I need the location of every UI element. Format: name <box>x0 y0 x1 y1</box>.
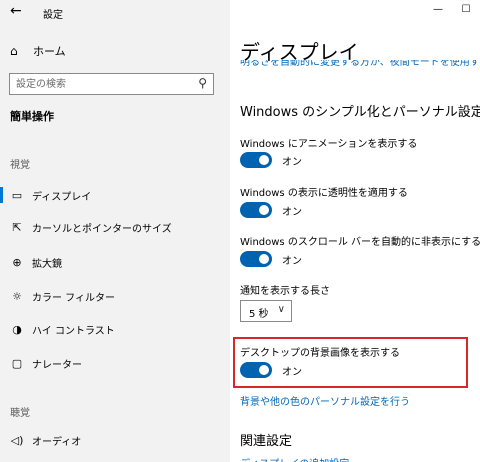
window-controls: — ☐ <box>424 0 480 20</box>
search-icon[interactable]: ⚲ <box>198 76 207 90</box>
section-title: 簡単操作 <box>10 110 54 123</box>
color-filter-icon: ☼ <box>12 289 22 303</box>
toggle-knob <box>259 155 269 165</box>
toggle-state: オン <box>282 255 302 267</box>
sidebar-item-label: カラー フィルター <box>32 292 115 304</box>
toggle-knob <box>259 254 269 264</box>
group-label-hearing: 聴覚 <box>10 408 30 419</box>
sidebar-item-label: カーソルとポインターのサイズ <box>32 223 172 235</box>
magnifier-icon: ⊕ <box>12 255 22 269</box>
sidebar-item-narrator[interactable]: ▢ ナレーター <box>0 352 230 374</box>
sidebar-item-magnifier[interactable]: ⊕ 拡大鏡 <box>0 251 230 273</box>
notification-duration-select[interactable]: 5 秒 ∨ <box>240 300 292 322</box>
related-settings-title: 関連設定 <box>240 434 293 449</box>
group-label-vision: 視覚 <box>10 160 30 171</box>
sidebar-item-audio[interactable]: ◁) オーディオ <box>0 429 230 451</box>
audio-icon: ◁) <box>10 433 24 447</box>
sidebar: ← 設定 ⌂ ホーム ⚲ 簡単操作 視覚 ▭ ディスプレイ ⇱ カーソルとポイン… <box>0 0 230 462</box>
transparency-setting-label: Windows の表示に透明性を適用する <box>240 188 408 199</box>
titlebar: ← 設定 <box>0 0 230 26</box>
toggle-state: オン <box>282 156 302 168</box>
scrollbar-toggle[interactable] <box>240 251 272 267</box>
scrollbar-toggle-row[interactable]: オン <box>240 251 302 267</box>
sidebar-item-color-filter[interactable]: ☼ カラー フィルター <box>0 285 230 307</box>
sidebar-item-label: ハイ コントラスト <box>32 325 115 337</box>
display-icon: ▭ <box>11 188 23 202</box>
back-arrow-icon[interactable]: ← <box>10 3 22 19</box>
nav-home[interactable]: ⌂ ホーム <box>10 42 66 60</box>
search-box[interactable]: ⚲ <box>9 73 214 95</box>
nav-home-label: ホーム <box>33 45 66 58</box>
sidebar-item-cursor[interactable]: ⇱ カーソルとポインターのサイズ <box>0 216 230 238</box>
toggle-state: オン <box>282 366 302 378</box>
sidebar-item-high-contrast[interactable]: ◑ ハイ コントラスト <box>0 318 230 340</box>
app-title: 設定 <box>43 10 63 21</box>
scrollbar-setting-label: Windows のスクロール バーを自動的に非表示にする <box>240 237 480 248</box>
section-title: Windows のシンプル化とパーソナル設定 <box>240 105 480 120</box>
desktop-background-label: デスクトップの背景画像を表示する <box>240 348 400 359</box>
maximize-icon[interactable]: ☐ <box>452 0 480 20</box>
transparency-toggle-row[interactable]: オン <box>240 202 302 218</box>
animation-setting-label: Windows にアニメーションを表示する <box>240 139 418 150</box>
sidebar-item-label: 拡大鏡 <box>32 258 62 270</box>
desktop-background-toggle[interactable] <box>240 362 272 378</box>
scrolled-link[interactable]: 明るさを自動的に変更する方が、夜間モードを使用する <box>240 60 480 68</box>
sidebar-item-display[interactable]: ▭ ディスプレイ <box>0 184 230 206</box>
search-input[interactable] <box>16 76 186 92</box>
animation-toggle[interactable] <box>240 152 272 168</box>
toggle-state: オン <box>282 206 302 218</box>
select-value: 5 秒 <box>249 309 269 320</box>
animation-toggle-row[interactable]: オン <box>240 152 302 168</box>
additional-display-settings-link[interactable]: ディスプレイの追加設定 <box>240 455 349 462</box>
sidebar-item-label: ディスプレイ <box>32 191 92 203</box>
active-indicator <box>0 187 3 203</box>
main-content: — ☐ ディスプレイ 明るさを自動的に変更する方が、夜間モードを使用する Win… <box>230 0 480 462</box>
toggle-knob <box>259 365 269 375</box>
desktop-background-toggle-row[interactable]: オン <box>240 362 302 378</box>
notification-duration-label: 通知を表示する長さ <box>240 286 330 297</box>
transparency-toggle[interactable] <box>240 202 272 218</box>
sidebar-item-label: ナレーター <box>32 359 82 371</box>
home-icon: ⌂ <box>10 44 18 58</box>
high-contrast-icon: ◑ <box>12 322 22 336</box>
cursor-icon: ⇱ <box>12 220 22 234</box>
toggle-knob <box>259 205 269 215</box>
personalize-link[interactable]: 背景や他の色のパーソナル設定を行う <box>240 393 410 408</box>
narrator-icon: ▢ <box>11 356 23 370</box>
minimize-icon[interactable]: — <box>424 0 452 20</box>
chevron-down-icon: ∨ <box>277 304 285 315</box>
sidebar-item-label: オーディオ <box>32 436 82 448</box>
